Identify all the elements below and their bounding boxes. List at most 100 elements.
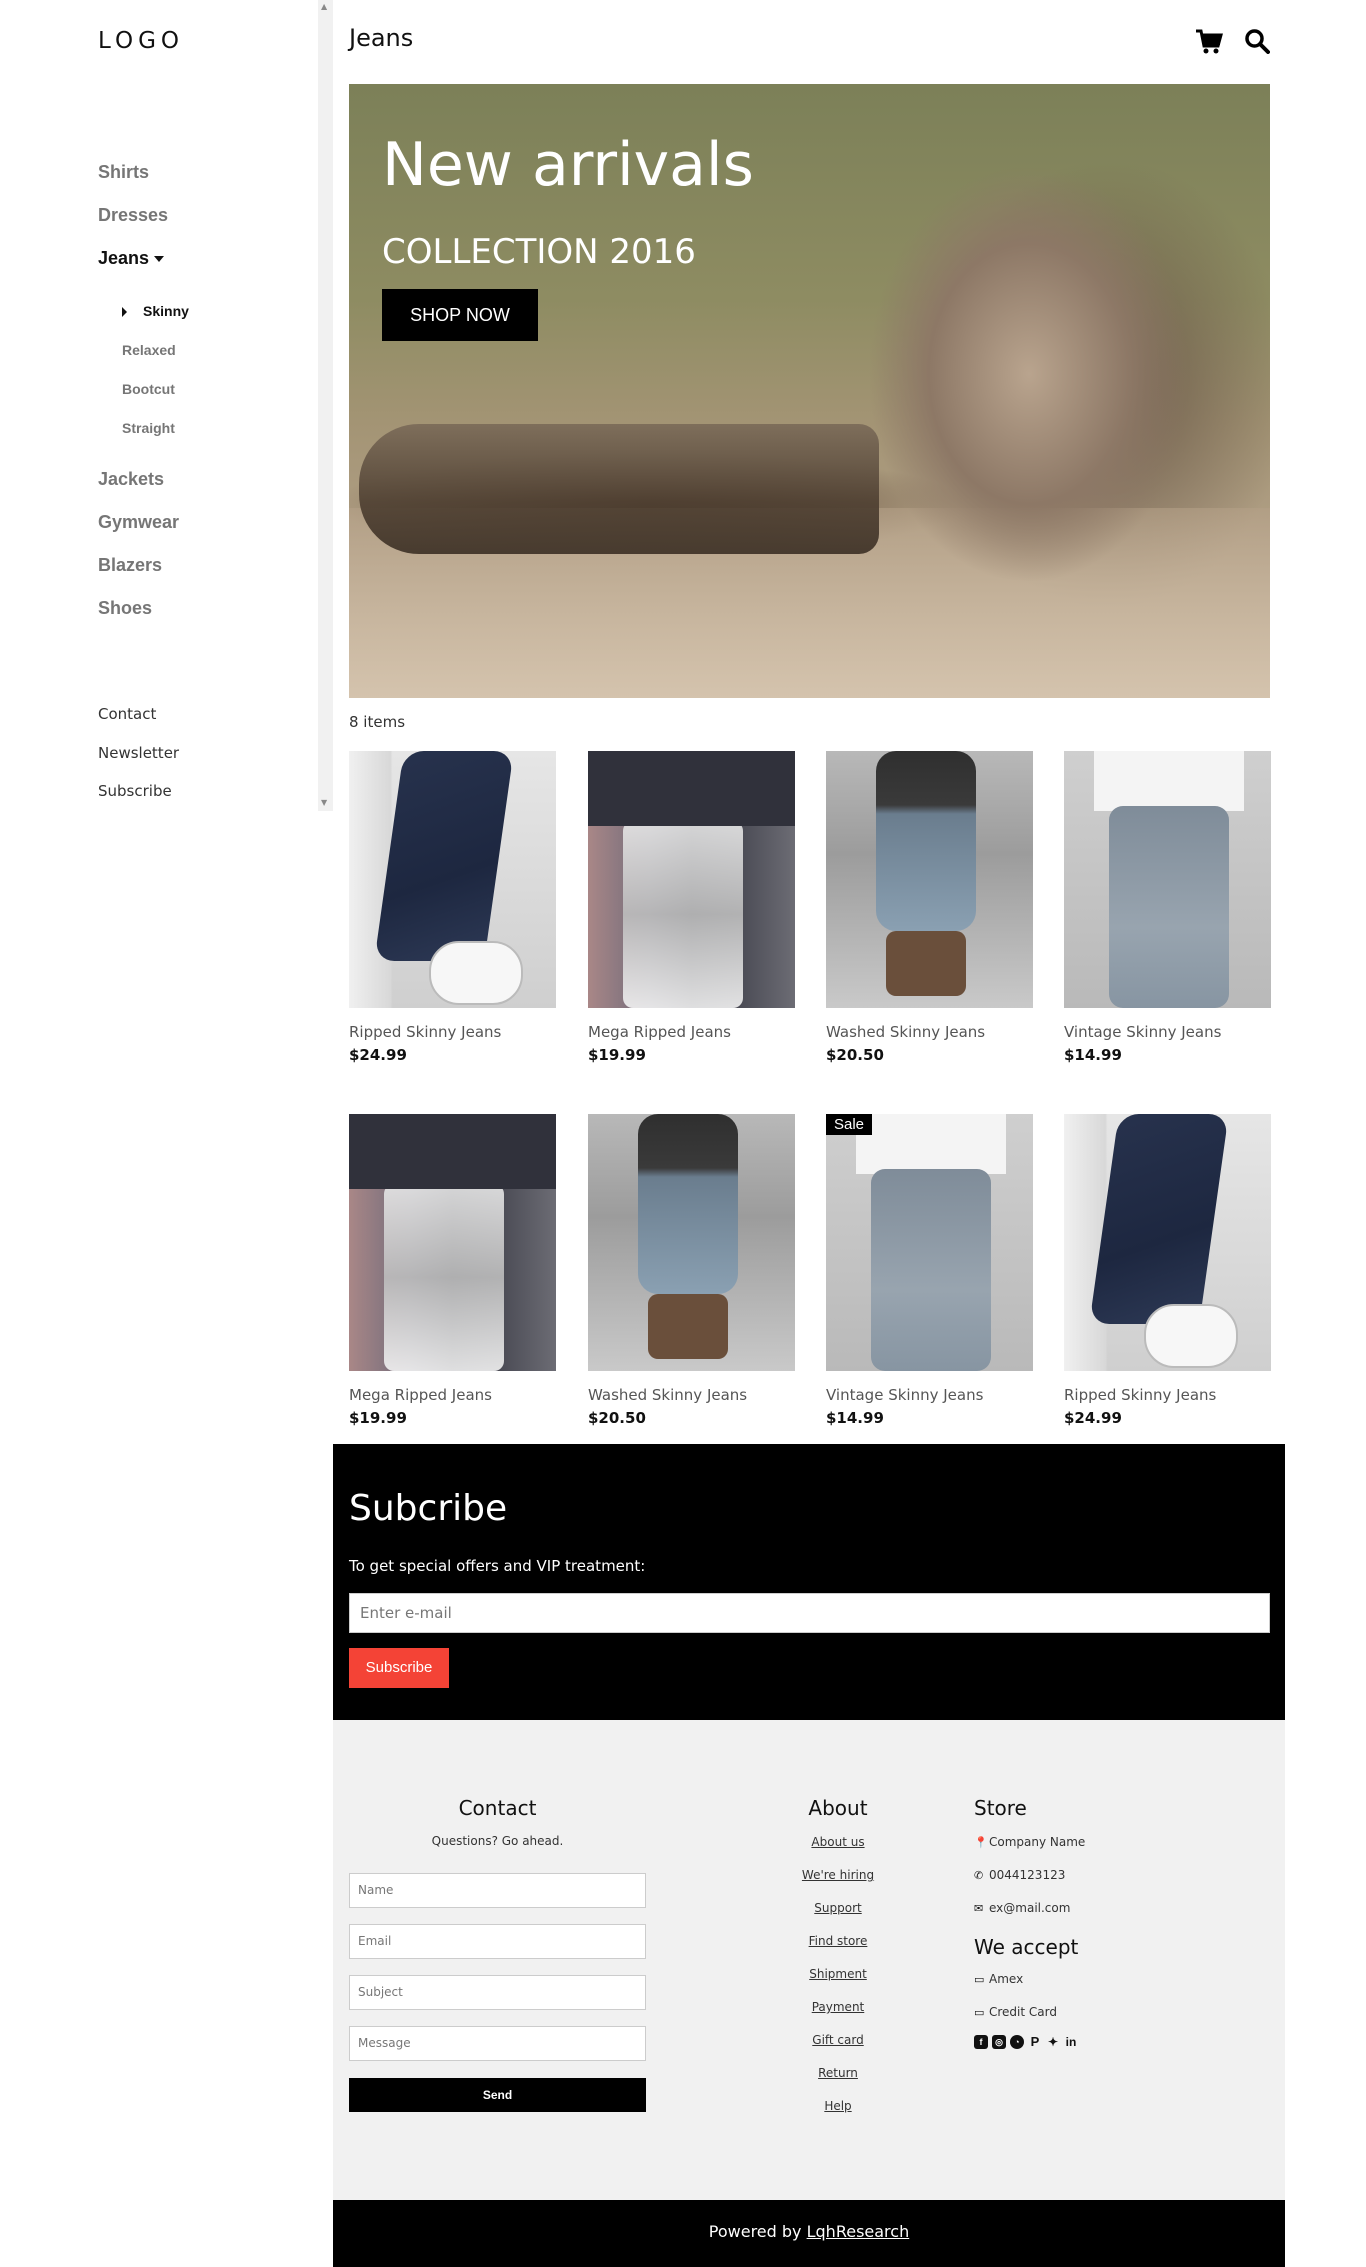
message-field[interactable]: Message	[349, 2026, 646, 2061]
email-input[interactable]: Enter e-mail	[349, 1593, 1270, 1633]
product-name[interactable]: Mega Ripped Jeans	[588, 1023, 795, 1041]
snapchat-icon[interactable]: ◔	[1010, 2035, 1024, 2049]
product-name[interactable]: Washed Skinny Jeans	[826, 1023, 1033, 1041]
product-price: $24.99	[1064, 1409, 1122, 1427]
product-card[interactable]: Mega Ripped Jeans $19.99	[349, 1114, 556, 1427]
sidebar-item-gymwear[interactable]: Gymwear	[98, 508, 179, 551]
footer-link-payment[interactable]: Payment	[773, 1991, 903, 2024]
sidebar-scrollbar[interactable]: ▲ ▼	[318, 0, 333, 811]
cart-icon[interactable]	[1195, 28, 1223, 56]
shop-now-button[interactable]: SHOP NOW	[382, 289, 538, 341]
twitter-icon[interactable]: ✦	[1046, 2035, 1060, 2049]
product-name[interactable]: Washed Skinny Jeans	[588, 1386, 795, 1404]
store-company: 📍Company Name	[974, 1826, 1234, 1859]
product-card[interactable]: New Mega Ripped Jeans $19.99	[588, 751, 795, 1064]
product-image[interactable]	[349, 1114, 556, 1371]
about-heading: About	[808, 1796, 868, 1820]
items-count: 8 items	[349, 713, 406, 731]
product-image[interactable]	[1064, 1114, 1271, 1371]
linkedin-icon[interactable]: in	[1064, 2035, 1078, 2049]
product-name[interactable]: Ripped Skinny Jeans	[349, 1023, 556, 1041]
bottom-bar: Powered by LqhResearch	[333, 2200, 1285, 2267]
product-card[interactable]: Washed Skinny Jeans $20.50	[588, 1114, 795, 1427]
sidebar-item-label: Skinny	[143, 303, 189, 319]
product-price: $14.99	[1064, 1046, 1122, 1064]
subscribe-button[interactable]: Subscribe	[349, 1648, 449, 1688]
powered-by-link[interactable]: LqhResearch	[807, 2222, 910, 2241]
product-price: $24.99	[349, 1046, 407, 1064]
product-card[interactable]: Vintage Skinny Jeans $14.99	[1064, 751, 1271, 1064]
product-name[interactable]: Mega Ripped Jeans	[349, 1386, 556, 1404]
sidebar-link-contact[interactable]: Contact	[98, 700, 179, 739]
sidebar-item-jeans[interactable]: Jeans	[98, 244, 168, 287]
facebook-icon[interactable]: f	[974, 2035, 988, 2049]
sidebar-item-label: Jeans	[98, 248, 150, 268]
store-heading: Store	[974, 1796, 1027, 1820]
credit-card-icon: ▭	[974, 1973, 985, 1986]
product-image[interactable]	[826, 751, 1033, 1008]
footer-contact: Contact Questions? Go ahead.	[349, 1796, 646, 1848]
footer-store: Store 📍Company Name ✆ 0044123123 ✉ ex@mail…	[974, 1796, 1234, 2049]
footer-link-find-store[interactable]: Find store	[773, 1925, 903, 1958]
powered-by: Powered by LqhResearch	[708, 2222, 910, 2241]
footer-link-gift-card[interactable]: Gift card	[773, 2024, 903, 2057]
footer-about: About About us We're hiring Support Find…	[773, 1796, 903, 2123]
page-title: Jeans	[349, 24, 414, 52]
subcategory-list: Skinny Relaxed Bootcut Straight	[122, 297, 189, 453]
footer-link-help[interactable]: Help	[773, 2090, 903, 2123]
sidebar-item-jackets[interactable]: Jackets	[98, 465, 179, 508]
product-image[interactable]: New	[588, 751, 795, 1008]
sidebar-link-newsletter[interactable]: Newsletter	[98, 739, 179, 778]
sidebar-item-shoes[interactable]: Shoes	[98, 594, 179, 637]
product-image[interactable]	[1064, 751, 1271, 1008]
sidebar-subitem-skinny[interactable]: Skinny	[122, 297, 189, 336]
product-card[interactable]: Sale Vintage Skinny Jeans $14.99	[826, 1114, 1033, 1427]
footer-link-about-us[interactable]: About us	[773, 1826, 903, 1859]
footer: Contact Questions? Go ahead. Name Email …	[333, 1720, 1285, 2200]
sidebar-item-dresses[interactable]: Dresses	[98, 201, 168, 244]
scroll-down-icon[interactable]: ▼	[321, 798, 327, 807]
footer-link-hiring[interactable]: We're hiring	[773, 1859, 903, 1892]
logo[interactable]: LOGO	[98, 28, 184, 54]
product-card[interactable]: Washed Skinny Jeans $20.50	[826, 751, 1033, 1064]
product-card[interactable]: Ripped Skinny Jeans $24.99	[1064, 1114, 1271, 1427]
send-button[interactable]: Send	[349, 2078, 646, 2112]
product-name[interactable]: Vintage Skinny Jeans	[1064, 1023, 1271, 1041]
hero-model	[809, 114, 1249, 674]
payment-credit-card: ▭ Credit Card	[974, 1996, 1234, 2029]
product-price: $14.99	[826, 1409, 884, 1427]
product-name[interactable]: Ripped Skinny Jeans	[1064, 1386, 1271, 1404]
product-name[interactable]: Vintage Skinny Jeans	[826, 1386, 1033, 1404]
product-card[interactable]: Ripped Skinny Jeans $24.99	[349, 751, 556, 1064]
sidebar-links: Contact Newsletter Subscribe	[98, 700, 179, 816]
sidebar-item-blazers[interactable]: Blazers	[98, 551, 179, 594]
product-image[interactable]: Sale	[826, 1114, 1033, 1371]
email-field[interactable]: Email	[349, 1924, 646, 1959]
sidebar-link-subscribe[interactable]: Subscribe	[98, 777, 179, 816]
footer-link-shipment[interactable]: Shipment	[773, 1958, 903, 1991]
scroll-up-icon[interactable]: ▲	[321, 2, 327, 11]
product-price: $20.50	[826, 1046, 884, 1064]
sidebar-item-shirts[interactable]: Shirts	[98, 158, 168, 201]
map-marker-icon: 📍	[974, 1836, 988, 1849]
subscribe-title: Subcribe	[349, 1488, 508, 1529]
product-image[interactable]	[349, 751, 556, 1008]
phone-icon: ✆	[974, 1869, 984, 1882]
contact-text: Questions? Go ahead.	[431, 1834, 564, 1848]
subscribe-text: To get special offers and VIP treatment:	[349, 1557, 646, 1575]
pinterest-icon[interactable]: P	[1028, 2035, 1042, 2049]
subject-field[interactable]: Subject	[349, 1975, 646, 2010]
search-icon[interactable]	[1244, 28, 1270, 54]
name-field[interactable]: Name	[349, 1873, 646, 1908]
sidebar-subitem-bootcut[interactable]: Bootcut	[122, 375, 189, 414]
store-phone: ✆ 0044123123	[974, 1859, 1234, 1892]
sidebar-subitem-straight[interactable]: Straight	[122, 414, 189, 453]
product-price: $20.50	[588, 1409, 646, 1427]
payment-amex: ▭ Amex	[974, 1963, 1234, 1996]
product-image[interactable]	[588, 1114, 795, 1371]
footer-link-return[interactable]: Return	[773, 2057, 903, 2090]
instagram-icon[interactable]: ◎	[992, 2035, 1006, 2049]
footer-link-support[interactable]: Support	[773, 1892, 903, 1925]
social-links: f ◎ ◔ P ✦ in	[974, 2035, 1234, 2049]
sidebar-subitem-relaxed[interactable]: Relaxed	[122, 336, 189, 375]
